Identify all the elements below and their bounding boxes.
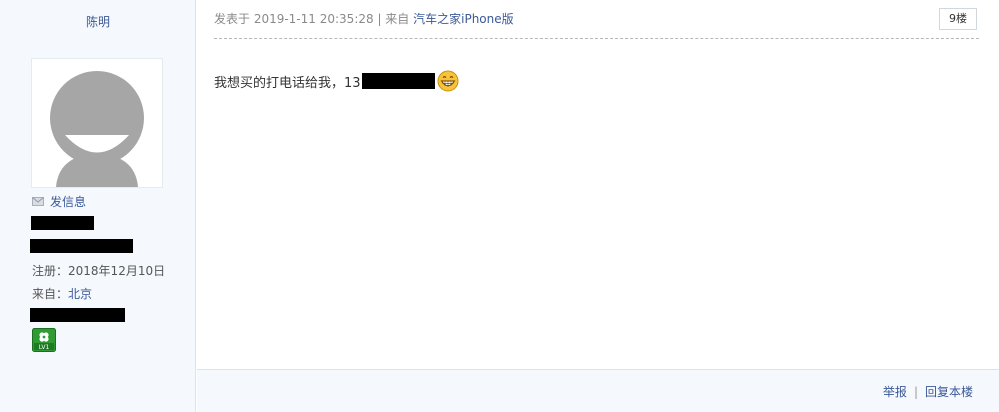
reply-floor-link[interactable]: 回复本楼 — [925, 385, 973, 399]
post-meta-prefix: 发表于 2019-1-11 20:35:28 | 来自 — [214, 12, 414, 26]
register-label: 注册： — [32, 264, 69, 278]
register-date: 2018年12月10日 — [68, 264, 166, 278]
redacted-block — [30, 239, 133, 253]
register-date-line: 注册：2018年12月10日 — [32, 262, 165, 279]
post-footer: 举报 | 回复本楼 — [197, 369, 999, 412]
grinning-emoji-icon — [437, 70, 459, 92]
post-main: 发表于 2019-1-11 20:35:28 | 来自 汽车之家iPhone版 … — [197, 0, 999, 412]
send-message-label: 发信息 — [50, 195, 87, 209]
post-source-link[interactable]: 汽车之家iPhone版 — [413, 12, 514, 26]
default-avatar-icon — [50, 71, 144, 187]
floor-number-badge[interactable]: 9楼 — [939, 8, 977, 30]
location-value[interactable]: 北京 — [68, 287, 92, 301]
avatar[interactable] — [31, 58, 163, 188]
location-line: 来自：北京 — [32, 285, 92, 302]
redacted-block — [31, 216, 94, 230]
redacted-phone — [361, 73, 435, 89]
post-content-text: 我想买的打电话给我，13 — [214, 75, 361, 91]
level-badge-text: LV1 — [39, 344, 50, 351]
footer-actions: 举报 | 回复本楼 — [883, 383, 973, 400]
post-content: 我想买的打电话给我，13 — [214, 70, 459, 92]
post-header: 发表于 2019-1-11 20:35:28 | 来自 汽车之家iPhone版 … — [214, 8, 979, 39]
redacted-block — [30, 308, 125, 322]
report-link[interactable]: 举报 — [883, 385, 907, 399]
envelope-icon — [32, 197, 44, 206]
level-badge[interactable]: LV1 — [32, 328, 56, 352]
post-meta: 发表于 2019-1-11 20:35:28 | 来自 汽车之家iPhone版 — [214, 10, 514, 27]
user-sidebar: 陈明 发信息 注册：2018年12月10日 来自：北京 LV1 — [0, 0, 196, 412]
footer-separator: | — [913, 385, 918, 399]
send-message-button[interactable]: 发信息 — [32, 193, 86, 210]
from-label: 来自： — [32, 287, 69, 301]
username-link[interactable]: 陈明 — [0, 13, 196, 30]
forum-post: 陈明 发信息 注册：2018年12月10日 来自：北京 LV1 发表于 2019… — [0, 0, 999, 412]
